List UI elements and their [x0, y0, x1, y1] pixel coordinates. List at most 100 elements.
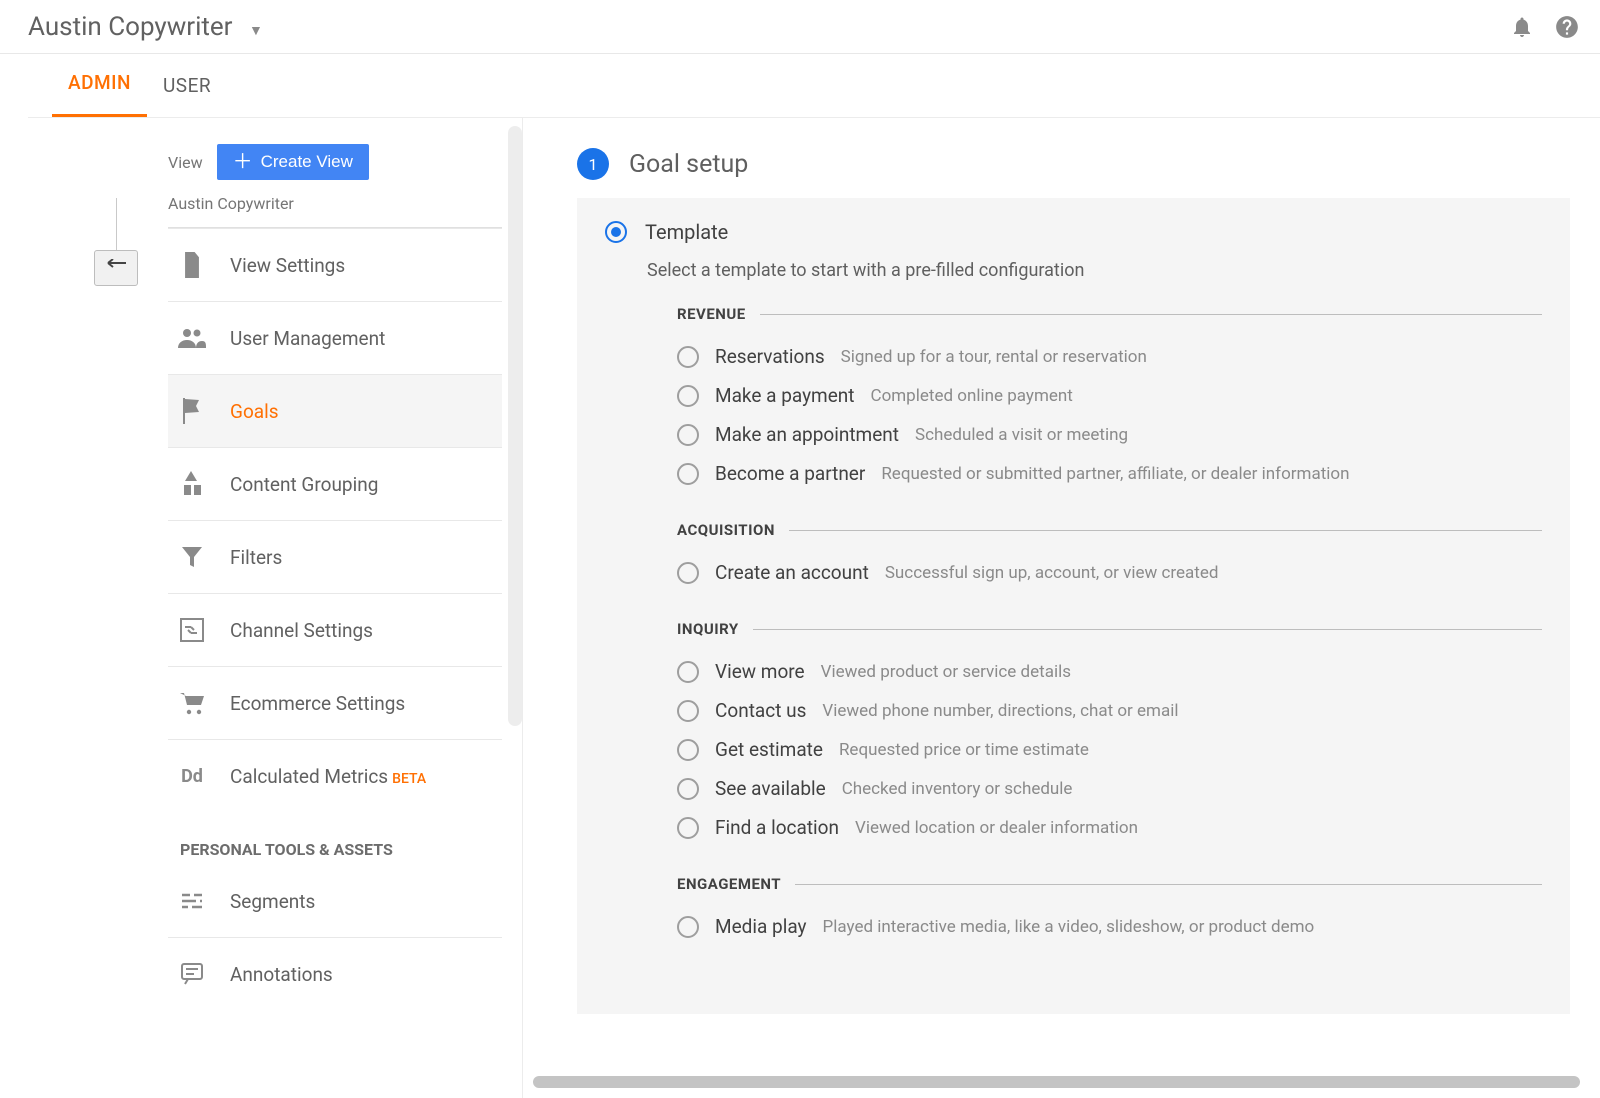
help-icon[interactable]: [1554, 14, 1580, 40]
sidebar-item-annotations[interactable]: Annotations: [168, 937, 502, 1010]
template-label: Make a payment: [715, 384, 855, 407]
template-media-play[interactable]: Media play Played interactive media, lik…: [677, 907, 1542, 946]
template-contact-us[interactable]: Contact us Viewed phone number, directio…: [677, 691, 1542, 730]
radio-icon[interactable]: [677, 778, 699, 800]
sidebar-section-heading: PERSONAL TOOLS & ASSETS: [168, 812, 522, 865]
template-reservations[interactable]: Reservations Signed up for a tour, renta…: [677, 337, 1542, 376]
sidebar-item-filters[interactable]: Filters: [168, 520, 502, 593]
sidebar-item-label: Annotations: [230, 963, 333, 986]
sidebar-item-calculated-metrics[interactable]: Dd Calculated MetricsBETA: [168, 739, 502, 812]
template-view-more[interactable]: View more Viewed product or service deta…: [677, 652, 1542, 691]
bell-icon[interactable]: [1510, 15, 1534, 39]
cart-icon: [178, 689, 206, 717]
goal-setup-panel: Template Select a template to start with…: [577, 198, 1570, 1014]
template-label: Become a partner: [715, 462, 865, 485]
template-desc: Requested or submitted partner, affiliat…: [881, 464, 1349, 484]
template-label: Contact us: [715, 699, 806, 722]
people-icon: [178, 324, 206, 352]
radio-template[interactable]: [605, 221, 627, 243]
step-header: 1 Goal setup: [577, 148, 1570, 180]
option-template-row[interactable]: Template: [605, 220, 1542, 244]
template-desc: Played interactive media, like a video, …: [823, 917, 1315, 937]
template-label: Find a location: [715, 816, 839, 839]
sidebar-item-label: Ecommerce Settings: [230, 692, 405, 715]
template-make-appointment[interactable]: Make an appointment Scheduled a visit or…: [677, 415, 1542, 454]
tab-user[interactable]: USER: [147, 56, 227, 117]
document-icon: [178, 251, 206, 279]
segments-icon: [178, 887, 206, 915]
template-find-location[interactable]: Find a location Viewed location or deale…: [677, 808, 1542, 847]
step-title: Goal setup: [629, 150, 748, 179]
sidebar-item-user-management[interactable]: User Management: [168, 301, 502, 374]
radio-icon[interactable]: [677, 463, 699, 485]
template-desc: Successful sign up, account, or view cre…: [885, 563, 1219, 583]
radio-icon[interactable]: [677, 424, 699, 446]
category-engagement: ENGAGEMENT Media play Played interactive…: [677, 875, 1542, 946]
template-label: Create an account: [715, 561, 869, 584]
template-make-payment[interactable]: Make a payment Completed online payment: [677, 376, 1542, 415]
create-view-button[interactable]: ＋ Create View: [217, 144, 369, 180]
content-region: View ＋ Create View Austin Copywriter Vie…: [28, 118, 1600, 1098]
sidebar-item-label: Segments: [230, 890, 315, 913]
radio-icon[interactable]: [677, 739, 699, 761]
divider-line: [753, 629, 1542, 630]
sidebar-item-label: Channel Settings: [230, 619, 373, 642]
category-title: INQUIRY: [677, 620, 739, 638]
dd-icon: Dd: [178, 762, 206, 790]
template-desc: Viewed phone number, directions, chat or…: [822, 701, 1178, 721]
template-desc: Checked inventory or schedule: [842, 779, 1073, 799]
template-get-estimate[interactable]: Get estimate Requested price or time est…: [677, 730, 1542, 769]
radio-icon[interactable]: [677, 562, 699, 584]
sidebar-item-view-settings[interactable]: View Settings: [168, 228, 502, 301]
option-template-label: Template: [645, 220, 728, 244]
radio-icon[interactable]: [677, 661, 699, 683]
step-number-badge: 1: [577, 148, 609, 180]
template-label: Reservations: [715, 345, 825, 368]
template-desc: Scheduled a visit or meeting: [915, 425, 1128, 445]
template-become-partner[interactable]: Become a partner Requested or submitted …: [677, 454, 1542, 493]
account-name-text: Austin Copywriter: [28, 12, 233, 42]
top-bar: Austin Copywriter ▼: [0, 0, 1600, 54]
template-desc: Completed online payment: [871, 386, 1073, 406]
sidebar-item-channel-settings[interactable]: Channel Settings: [168, 593, 502, 666]
sidebar-item-ecommerce-settings[interactable]: Ecommerce Settings: [168, 666, 502, 739]
sidebar-item-goals[interactable]: Goals: [168, 374, 502, 447]
sidebar-item-content-grouping[interactable]: Content Grouping: [168, 447, 502, 520]
template-label: View more: [715, 660, 805, 683]
template-desc: Signed up for a tour, rental or reservat…: [841, 347, 1147, 367]
create-view-label: Create View: [261, 152, 353, 172]
beta-badge: BETA: [392, 771, 426, 787]
sidebar-scrollbar[interactable]: [508, 126, 522, 726]
sidebar-item-label: Calculated MetricsBETA: [230, 765, 426, 788]
divider-line: [795, 884, 1542, 885]
radio-icon[interactable]: [677, 817, 699, 839]
account-dropdown[interactable]: Austin Copywriter ▼: [28, 12, 263, 42]
chevron-down-icon: ▼: [249, 23, 263, 39]
template-label: See available: [715, 777, 826, 800]
radio-icon[interactable]: [677, 385, 699, 407]
category-title: REVENUE: [677, 305, 746, 323]
back-button[interactable]: [94, 250, 138, 286]
template-desc: Viewed location or dealer information: [855, 818, 1138, 838]
template-create-account[interactable]: Create an account Successful sign up, ac…: [677, 553, 1542, 592]
main-panel: 1 Goal setup Template Select a template …: [523, 118, 1600, 1098]
flag-icon: [178, 397, 206, 425]
horizontal-scrollbar[interactable]: [533, 1076, 1580, 1088]
sidebar-item-label: Content Grouping: [230, 473, 378, 496]
sidebar-item-segments[interactable]: Segments: [168, 865, 502, 937]
sidebar-item-label: Goals: [230, 400, 279, 423]
tab-admin[interactable]: ADMIN: [52, 53, 147, 117]
radio-icon[interactable]: [677, 700, 699, 722]
radio-icon[interactable]: [677, 346, 699, 368]
sidebar-account-name: Austin Copywriter: [168, 194, 502, 228]
category-acquisition: ACQUISITION Create an account Successful…: [677, 521, 1542, 592]
template-see-available[interactable]: See available Checked inventory or sched…: [677, 769, 1542, 808]
radio-icon[interactable]: [677, 916, 699, 938]
category-title: ACQUISITION: [677, 521, 775, 539]
template-subtext: Select a template to start with a pre-fi…: [647, 260, 1542, 281]
grouping-icon: [178, 470, 206, 498]
category-inquiry: INQUIRY View more Viewed product or serv…: [677, 620, 1542, 847]
sidebar-item-label: Filters: [230, 546, 282, 569]
view-label: View: [168, 153, 203, 172]
funnel-icon: [178, 543, 206, 571]
